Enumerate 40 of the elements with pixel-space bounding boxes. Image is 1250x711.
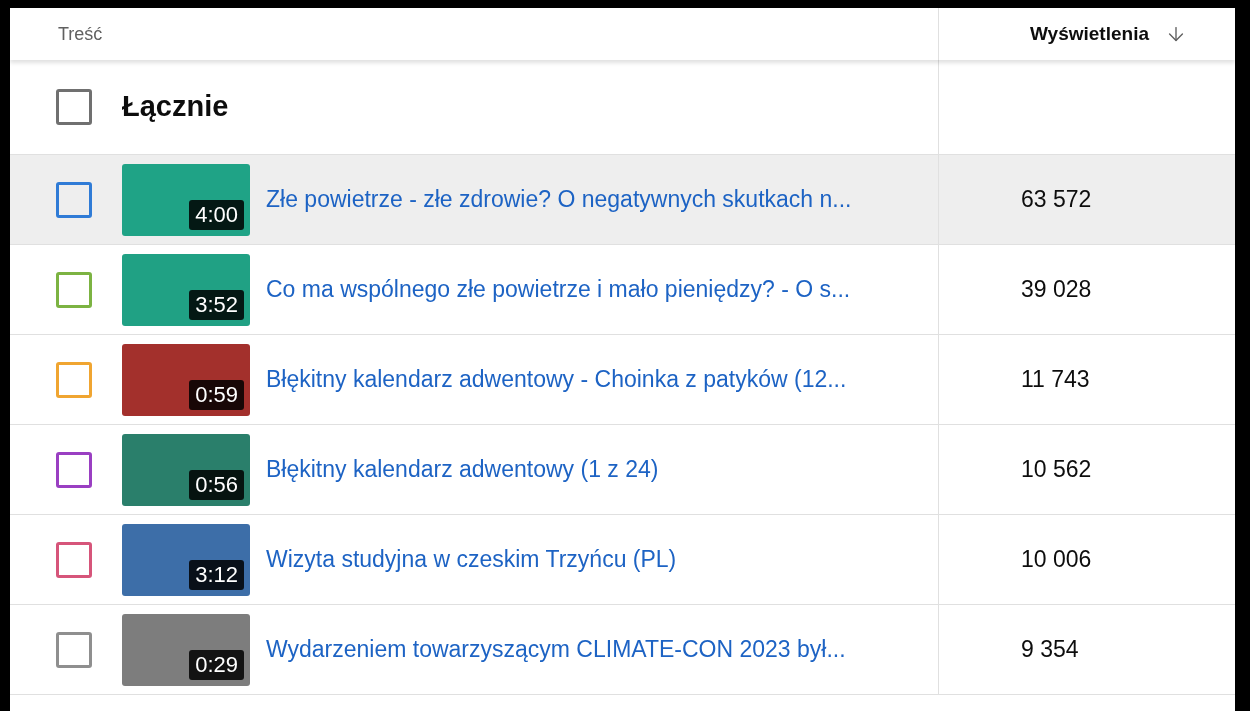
views-cell-text: 10 562 xyxy=(1021,455,1092,485)
checkbox[interactable] xyxy=(56,89,92,125)
checkbox[interactable] xyxy=(56,361,92,398)
checkbox[interactable] xyxy=(56,181,92,218)
video-title-link[interactable]: Błękitny kalendarz adwentowy - Choinka z patyków (12... xyxy=(266,362,847,397)
video-thumbnail[interactable]: 3:52 xyxy=(122,253,250,326)
views-cell-text: 39 028 xyxy=(1021,275,1092,305)
video-title-link[interactable]: Co ma wspólnego złe powietrze i mało pieniędzy? - O s... xyxy=(266,272,851,307)
video-thumbnail[interactable]: 4:00 xyxy=(122,163,250,236)
checkbox[interactable] xyxy=(56,541,92,578)
column-header[interactable]: Wyświetlenia xyxy=(1030,19,1149,49)
video-title-link[interactable]: Złe powietrze - złe zdrowie? O negatywnych skutkach n... xyxy=(266,182,852,217)
video-thumbnail[interactable]: 0:29 xyxy=(122,613,250,686)
views-cell-text: 63 572 xyxy=(1021,185,1092,215)
views-cell-text: 10 006 xyxy=(1021,545,1092,575)
duration-badge: 3:12 xyxy=(189,559,244,590)
table-row[interactable]: 3:52 Co ma wspólnego złe powietrze i mało pieniędzy? - O s... 39 028 xyxy=(10,245,1235,335)
table-row[interactable]: 0:56 Błękitny kalendarz adwentowy (1 z 24) 10 562 xyxy=(10,425,1235,515)
views-cell-text: 9 354 xyxy=(1021,635,1079,665)
duration-badge: 0:59 xyxy=(189,379,244,410)
video-title-link[interactable]: Wydarzeniem towarzyszącym CLIMATE-CON 2023 był... xyxy=(266,632,846,667)
duration-badge: 4:00 xyxy=(189,199,244,230)
video-thumbnail[interactable]: 0:56 xyxy=(122,433,250,506)
views-cell-text: 11 743 xyxy=(1021,365,1090,395)
duration-badge: 0:56 xyxy=(189,469,244,500)
duration-badge: 0:29 xyxy=(189,649,244,680)
table-row[interactable]: 4:00 Złe powietrze - złe zdrowie? O negatywnych skutkach n... 63 572 xyxy=(10,155,1235,245)
video-thumbnail[interactable]: 0:59 xyxy=(122,343,250,416)
column-header[interactable]: Treść xyxy=(58,20,103,48)
video-thumbnail[interactable]: 3:12 xyxy=(122,523,250,596)
table-row[interactable]: 0:59 Błękitny kalendarz adwentowy - Choinka z patyków (12... 11 743 xyxy=(10,335,1235,425)
table-row[interactable]: 3:12 Wizyta studyjna w czeskim Trzyńcu (PL) 10 006 xyxy=(10,515,1235,605)
checkbox[interactable] xyxy=(56,271,92,308)
checkbox[interactable] xyxy=(56,631,92,668)
video-title-link[interactable]: Błękitny kalendarz adwentowy (1 z 24) xyxy=(266,452,659,487)
duration-badge: 3:52 xyxy=(189,289,244,320)
table-row[interactable]: 0:29 Wydarzeniem towarzyszącym CLIMATE-CON 2023 był... 9 354 xyxy=(10,605,1235,695)
total-label: Łącznie xyxy=(122,89,229,125)
video-title-link[interactable]: Wizyta studyjna w czeskim Trzyńcu (PL) xyxy=(266,542,677,577)
checkbox[interactable] xyxy=(56,451,92,488)
